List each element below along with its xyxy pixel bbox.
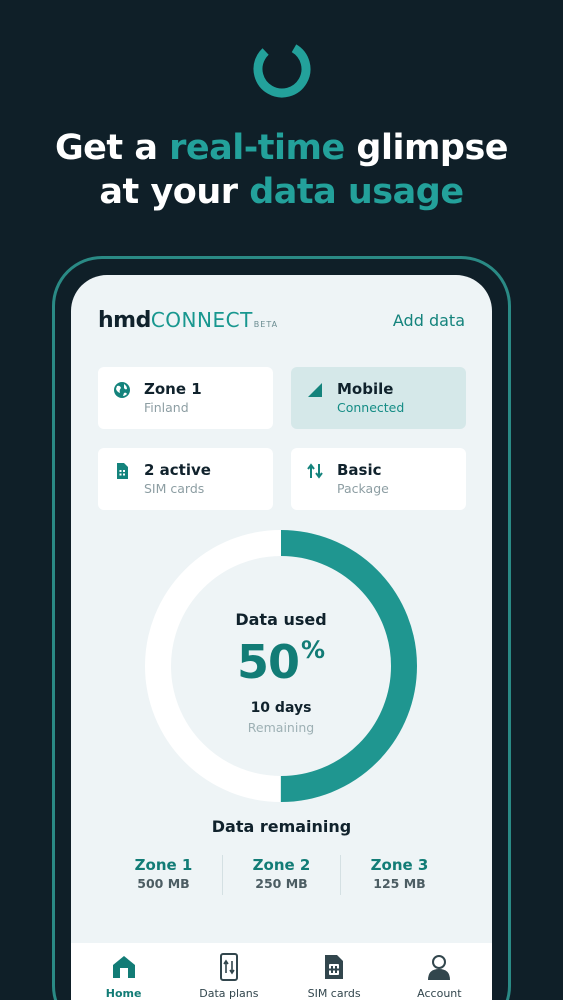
nav-sim-cards[interactable]: SIM cards [282,953,387,1000]
promo-headline: Get a real-time glimpse at your data usa… [0,126,563,214]
zone-card-title: Zone 1 [144,380,202,398]
home-icon [112,956,135,978]
signal-icon [308,383,322,397]
zone-1-remaining: Zone 1 500 MB [134,856,193,891]
mobile-card-subtitle: Connected [337,400,405,415]
package-card-title: Basic [337,461,382,479]
zone-card-subtitle: Finland [144,400,189,415]
globe-icon [114,382,130,398]
data-remaining-title: Data remaining [211,817,352,836]
days-remaining-label: Remaining [247,720,315,735]
headline-line-2: at your data usage [99,172,464,212]
hmd-logo-ring-icon [253,40,311,98]
zone-2-remaining: Zone 2 250 MB [222,855,340,895]
arrows-icon [307,463,323,479]
bottom-navigation: Home Data plans SIM cards Account [71,943,492,1000]
days-remaining-value: 10 days [250,700,312,716]
nav-data-plans[interactable]: Data plans [176,953,281,1000]
sim-card-icon [325,955,344,979]
package-card-subtitle: Package [337,481,389,496]
data-used-value: 50% [236,635,326,689]
zone-breakdown: Zone 1 500 MB Zone 2 250 MB Zone 3 125 M… [105,855,458,895]
zone-card[interactable]: Zone 1 Finland [98,367,273,429]
gauge-center: Data used 50% 10 days Remaining [145,530,417,802]
sim-card-title: 2 active [144,461,211,479]
phone-screen: hmd CONNECT BETA Add data Zone 1 Finland… [71,275,492,1000]
mobile-card-title: Mobile [337,380,394,398]
sim-card-subtitle: SIM cards [144,481,205,496]
app-logo: hmd CONNECT BETA [98,308,279,333]
sim-card[interactable]: 2 active SIM cards [98,448,273,510]
sim-icon [117,463,128,479]
add-data-button[interactable]: Add data [393,311,465,330]
mobile-card[interactable]: Mobile Connected [291,367,466,429]
headline-line-1: Get a real-time glimpse [54,128,509,168]
nav-home[interactable]: Home [71,953,176,1000]
data-plans-icon [219,953,238,981]
zone-3-remaining: Zone 3 125 MB [340,855,458,895]
nav-account[interactable]: Account [387,953,492,1000]
data-used-label: Data used [235,610,327,629]
package-card[interactable]: Basic Package [291,448,466,510]
account-icon [428,955,451,980]
